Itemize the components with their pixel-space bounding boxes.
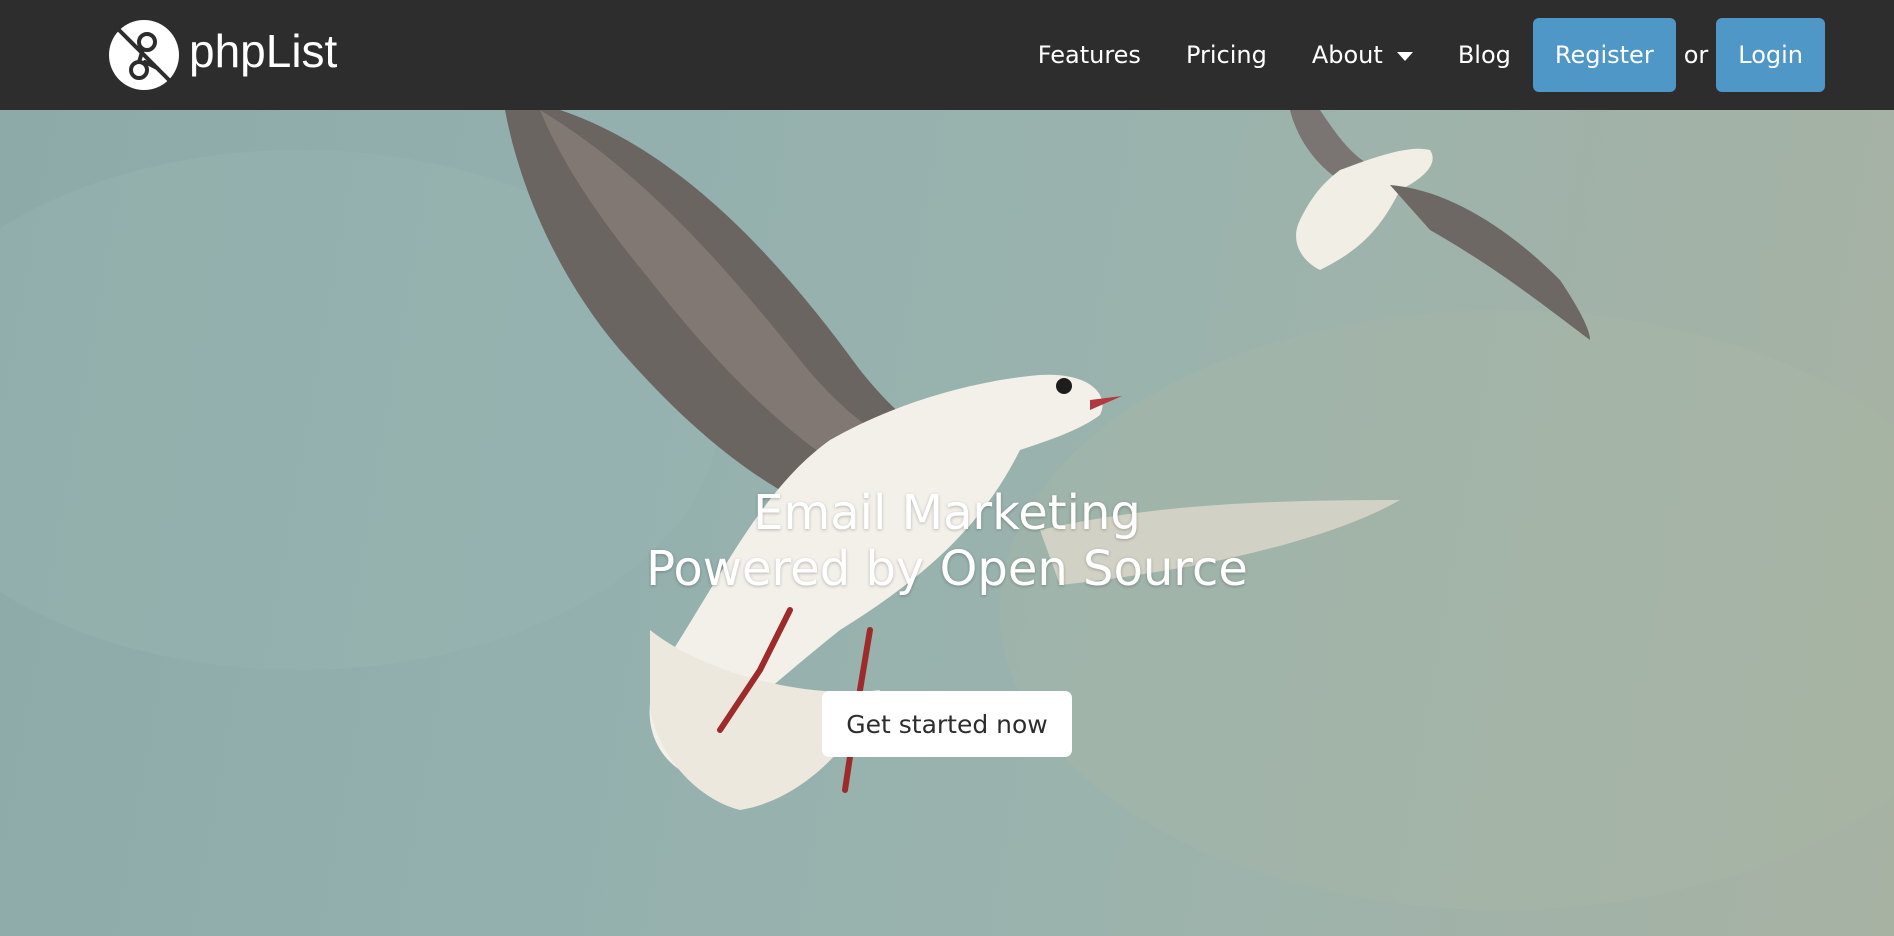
nav-features-link[interactable]: Features	[1038, 41, 1141, 69]
nav-pricing-link[interactable]: Pricing	[1186, 41, 1267, 69]
main-nav: Features Pricing About Blog Register or …	[1038, 0, 1825, 110]
brand-name: phpList	[189, 25, 338, 77]
or-separator: or	[1683, 41, 1709, 69]
hero-headline-line2: Powered by Open Source	[646, 541, 1248, 597]
login-button[interactable]: Login	[1716, 18, 1825, 92]
hero-headline: Email Marketing Powered by Open Source	[0, 485, 1894, 597]
nav-about-dropdown[interactable]: About	[1312, 41, 1413, 69]
phplist-logo-icon	[109, 20, 179, 90]
hero-section: Email Marketing Powered by Open Source G…	[0, 110, 1894, 936]
top-navbar: phpList Features Pricing About Blog Regi…	[0, 0, 1894, 110]
hero-headline-line1: Email Marketing	[753, 485, 1141, 541]
caret-down-icon	[1396, 51, 1413, 61]
brand-logo-link[interactable]: phpList	[109, 20, 337, 90]
get-started-button[interactable]: Get started now	[822, 691, 1072, 757]
register-button[interactable]: Register	[1532, 18, 1676, 92]
nav-blog-link[interactable]: Blog	[1458, 41, 1511, 69]
nav-about-label: About	[1311, 41, 1383, 69]
